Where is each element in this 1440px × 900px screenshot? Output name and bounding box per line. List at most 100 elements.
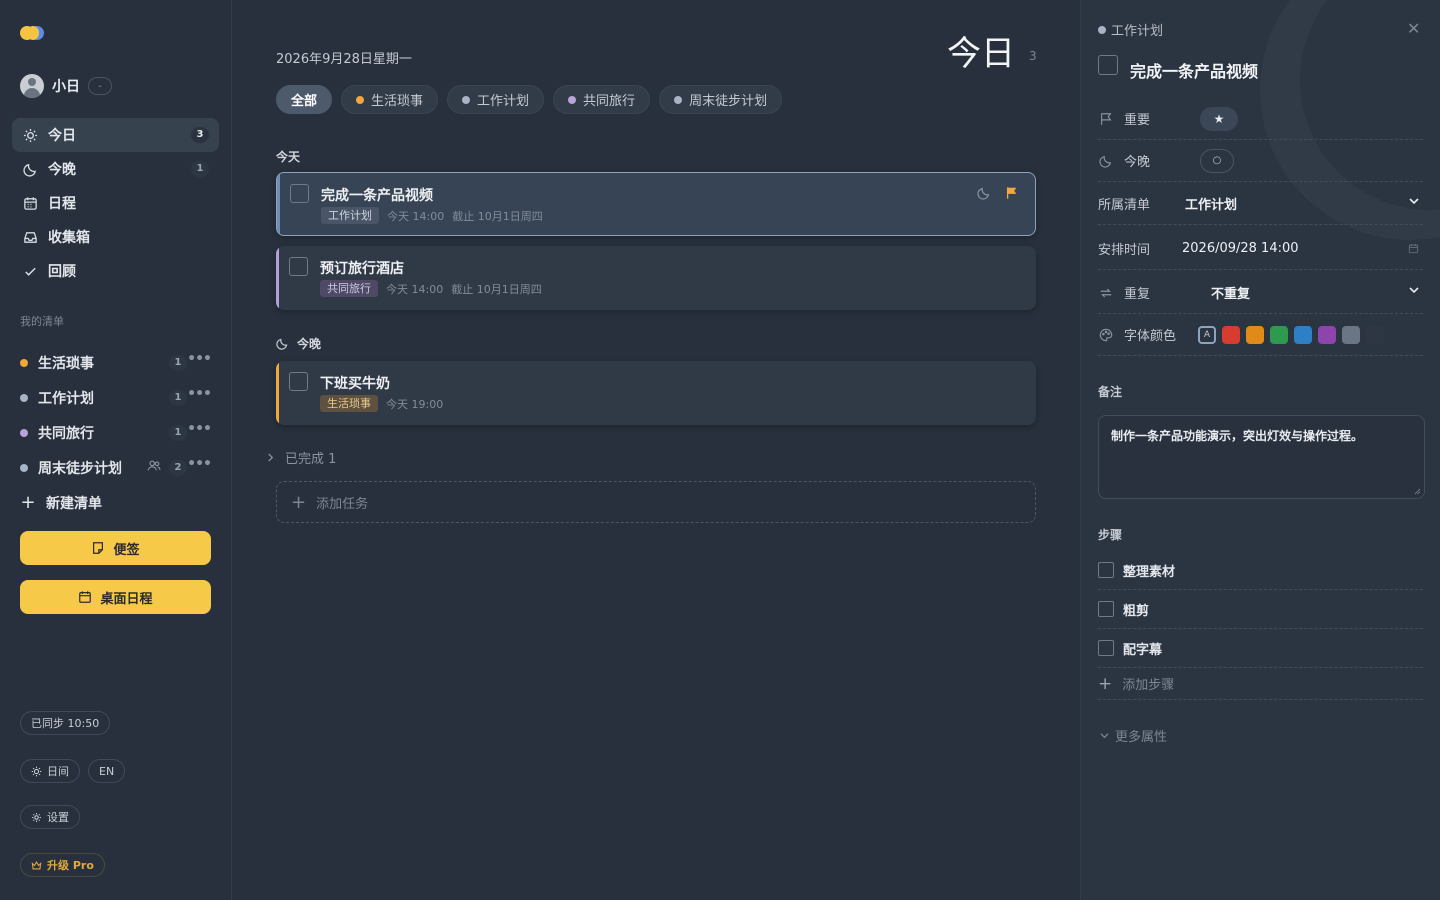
- task-checkbox[interactable]: [290, 184, 309, 203]
- desktop-schedule-button[interactable]: 桌面日程: [20, 580, 211, 614]
- sticky-note-button[interactable]: 便签: [20, 531, 211, 565]
- step-item[interactable]: 粗剪: [1098, 590, 1423, 629]
- task-accent: [276, 246, 279, 310]
- notes-label: 备注: [1098, 385, 1123, 399]
- row-schedule[interactable]: 安排时间 2026/09/28 14:00: [1098, 228, 1423, 270]
- task-item[interactable]: 下班买牛奶 生活琐事 今天 19:00: [276, 361, 1036, 425]
- desktop-schedule-label: 桌面日程: [100, 590, 153, 606]
- add-task-label: 添加任务: [316, 496, 369, 512]
- more-icon[interactable]: •••: [187, 421, 212, 437]
- task-item[interactable]: 预订旅行酒店 共同旅行 今天 14:00 截止 10月1日周四: [276, 246, 1036, 310]
- nav-item-today[interactable]: 今日 3: [12, 118, 219, 152]
- detail-task-checkbox[interactable]: [1098, 55, 1118, 75]
- nav-count: 1: [191, 161, 209, 177]
- tonight-toggle-button[interactable]: ○: [1200, 148, 1234, 173]
- step-item[interactable]: 配字幕: [1098, 629, 1423, 668]
- filter-life[interactable]: 生活琐事: [341, 85, 439, 114]
- palette-icon: [1098, 327, 1114, 343]
- list-item-hiking[interactable]: 周末徒步计划 2 •••: [12, 450, 219, 485]
- swatch-dark[interactable]: [1366, 325, 1384, 344]
- nav-item-review[interactable]: 回顾: [12, 254, 219, 288]
- nav-item-tonight[interactable]: 今晚 1: [12, 152, 219, 186]
- step-checkbox[interactable]: [1098, 640, 1114, 656]
- task-due: 截止 10月1日周四: [452, 209, 543, 223]
- more-properties-toggle[interactable]: 更多属性: [1100, 726, 1167, 745]
- shared-users-icon: [147, 459, 161, 473]
- nav-item-schedule[interactable]: 日程: [12, 186, 219, 220]
- step-checkbox[interactable]: [1098, 562, 1114, 578]
- task-accent: [277, 173, 280, 235]
- swatch-blue[interactable]: [1294, 325, 1312, 344]
- user-profile[interactable]: 小日 -: [20, 74, 112, 98]
- sync-status[interactable]: 已同步 10:50: [20, 711, 111, 735]
- close-icon[interactable]: ✕: [1407, 19, 1420, 38]
- completed-toggle[interactable]: 已完成 1: [266, 448, 336, 467]
- step-item[interactable]: 整理素材: [1098, 551, 1423, 590]
- task-checkbox[interactable]: [289, 372, 308, 391]
- list-color-dot: [20, 428, 28, 437]
- swatch-red[interactable]: [1222, 325, 1240, 344]
- calendar-icon: [22, 195, 38, 211]
- row-list[interactable]: 所属清单 工作计划: [1098, 183, 1423, 225]
- list-name: 共同旅行: [38, 425, 94, 442]
- task-item[interactable]: 完成一条产品视频 工作计划 今天 14:00 截止 10月1日周四: [276, 172, 1036, 236]
- resize-grip-icon[interactable]: [1414, 488, 1421, 495]
- group-label-text: 今晚: [297, 337, 322, 351]
- list-item-travel[interactable]: 共同旅行 1 •••: [12, 415, 219, 450]
- main-content: 2026年9月28日星期一 今日 3 全部 生活琐事 工作计划 共同旅行 周末徒…: [232, 0, 1080, 900]
- swatch-default[interactable]: A: [1198, 325, 1216, 344]
- filter-color-dot: [674, 95, 683, 104]
- check-icon: [22, 263, 38, 279]
- swatch-purple[interactable]: [1318, 325, 1336, 344]
- list-color-dot: [20, 393, 28, 402]
- task-accent: [276, 361, 279, 425]
- filter-label: 周末徒步计划: [689, 94, 768, 109]
- calendar-icon: [1408, 244, 1419, 254]
- more-icon[interactable]: •••: [187, 456, 212, 472]
- task-tag: 生活琐事: [320, 395, 378, 412]
- theme-label: 日间: [47, 765, 69, 778]
- row-repeat[interactable]: 重复 不重复: [1098, 272, 1423, 314]
- filter-hiking[interactable]: 周末徒步计划: [659, 85, 783, 114]
- more-icon[interactable]: •••: [187, 386, 212, 402]
- moon-icon[interactable]: [977, 186, 991, 204]
- filter-all[interactable]: 全部: [276, 85, 333, 114]
- notes-textarea[interactable]: 制作一条产品功能演示，突出灯效与操作过程。: [1098, 415, 1425, 499]
- swatch-orange[interactable]: [1246, 325, 1264, 344]
- theme-toggle[interactable]: 日间: [20, 759, 80, 783]
- list-count: 1: [169, 425, 187, 441]
- list-count: 1: [169, 355, 187, 371]
- row-label: 所属清单: [1098, 198, 1151, 213]
- avatar[interactable]: [20, 74, 44, 98]
- row-label: 字体颜色: [1124, 329, 1177, 344]
- important-star-button[interactable]: ★: [1200, 106, 1238, 131]
- settings-button[interactable]: 设置: [20, 805, 80, 829]
- group-today-label: 今天: [276, 148, 300, 165]
- swatch-green[interactable]: [1270, 325, 1288, 344]
- list-color-dot: [20, 463, 28, 472]
- language-toggle[interactable]: EN: [88, 759, 126, 783]
- detail-task-title[interactable]: 完成一条产品视频: [1130, 58, 1258, 82]
- filter-work[interactable]: 工作计划: [447, 85, 545, 114]
- filter-travel[interactable]: 共同旅行: [553, 85, 651, 114]
- lists-section-label: 我的清单: [20, 315, 64, 328]
- add-task-button[interactable]: + 添加任务: [276, 481, 1036, 523]
- step-text: 整理素材: [1123, 564, 1176, 580]
- gear-icon: [32, 812, 41, 822]
- list-item-life[interactable]: 生活琐事 1 •••: [12, 345, 219, 380]
- flag-icon[interactable]: [1005, 186, 1019, 204]
- list-item-work[interactable]: 工作计划 1 •••: [12, 380, 219, 415]
- upgrade-pro-button[interactable]: 升级 Pro: [20, 853, 105, 877]
- task-detail-panel: 工作计划 ✕ 完成一条产品视频 重要 ★ 今晚 ○ 所属清单 工作计划 安排时间…: [1080, 0, 1440, 900]
- more-icon[interactable]: •••: [187, 351, 212, 367]
- step-checkbox[interactable]: [1098, 601, 1114, 617]
- nav-item-inbox[interactable]: 收集箱: [12, 220, 219, 254]
- add-step-button[interactable]: + 添加步骤: [1098, 668, 1423, 700]
- list-name: 周末徒步计划: [38, 460, 122, 477]
- task-actions: [977, 186, 1019, 204]
- user-menu-button[interactable]: -: [88, 77, 112, 95]
- nav-label: 回顾: [48, 264, 76, 280]
- new-list-button[interactable]: + 新建清单: [12, 485, 219, 520]
- swatch-gray[interactable]: [1342, 325, 1360, 344]
- task-checkbox[interactable]: [289, 257, 308, 276]
